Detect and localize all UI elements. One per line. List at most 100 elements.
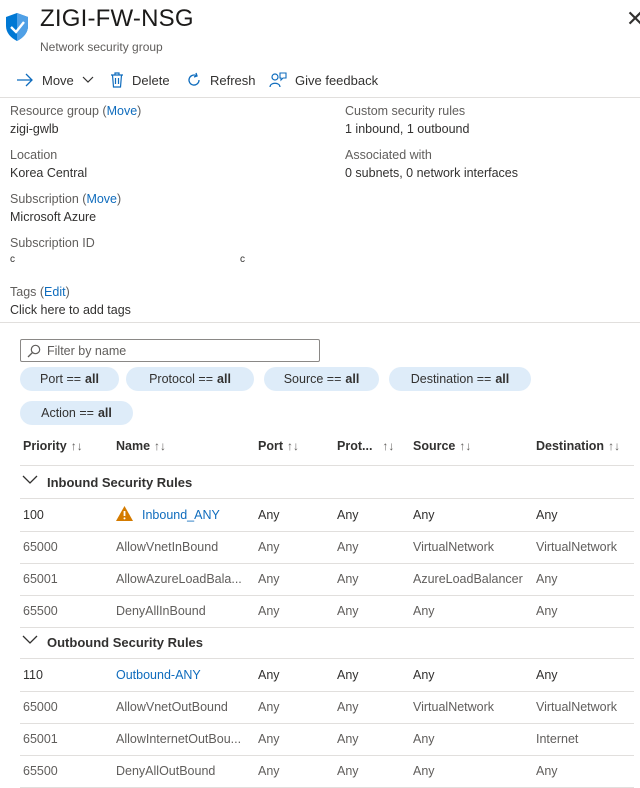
- cell-destination: Any: [536, 668, 558, 682]
- add-tags-link[interactable]: Click here to add tags: [10, 303, 131, 317]
- resource-group-value[interactable]: zigi-gwlb: [10, 122, 59, 136]
- cell-destination: Internet: [536, 732, 579, 746]
- tags-label: Tags (Edit): [10, 285, 70, 299]
- cell-priority: 65000: [23, 540, 58, 554]
- subscription-move-link[interactable]: Move: [86, 192, 117, 206]
- filter-placeholder: Filter by name: [47, 343, 127, 358]
- protocol-filter-pill[interactable]: Protocol == all: [126, 367, 254, 391]
- column-header-source[interactable]: Source ↑↓: [413, 439, 471, 453]
- cell-destination: Any: [536, 604, 558, 618]
- move-label: Move: [42, 72, 74, 88]
- header-divider: [20, 465, 634, 466]
- port-filter-pill[interactable]: Port == all: [20, 367, 119, 391]
- custom-rules-value: 1 inbound, 1 outbound: [345, 122, 470, 136]
- cell-name: DenyAllOutBound: [116, 764, 216, 778]
- sort-icon: ↑↓: [287, 439, 299, 453]
- cell-source: VirtualNetwork: [413, 540, 495, 554]
- cell-source: AzureLoadBalancer: [413, 572, 523, 586]
- tags-edit-link[interactable]: Edit: [44, 285, 66, 299]
- cell-port: Any: [258, 764, 280, 778]
- chevron-down-icon[interactable]: [22, 475, 38, 485]
- trash-icon: [111, 72, 123, 88]
- cell-priority: 65000: [23, 700, 58, 714]
- cell-name: AllowVnetOutBound: [116, 700, 228, 714]
- sort-icon: ↑↓: [459, 439, 472, 453]
- resource-group-move-link[interactable]: Move: [107, 104, 138, 118]
- cell-destination: Any: [536, 572, 558, 586]
- subscription-label: Subscription (Move): [10, 192, 122, 206]
- chevron-down-icon: [82, 76, 94, 83]
- cell-source: Any: [413, 508, 435, 522]
- cell-port: Any: [258, 604, 280, 618]
- cell-source: Any: [413, 764, 435, 778]
- cell-source: Any: [413, 604, 435, 618]
- column-header-protocol[interactable]: Prot... ↑↓: [337, 439, 394, 453]
- cell-port: Any: [258, 732, 280, 746]
- associated-value: 0 subnets, 0 network interfaces: [345, 166, 519, 180]
- action-filter-pill[interactable]: Action == all: [20, 401, 133, 425]
- cell-protocol: Any: [337, 572, 359, 586]
- move-button[interactable]: Move: [16, 68, 94, 92]
- cell-priority: 65500: [23, 604, 58, 618]
- filter-by-name-input[interactable]: Filter by name: [20, 339, 320, 362]
- page-title: ZIGI-FW-NSG: [40, 5, 194, 32]
- cell-name: DenyAllInBound: [116, 604, 206, 618]
- page-subtitle: Network security group: [40, 40, 163, 54]
- cell-destination: VirtualNetwork: [536, 540, 618, 554]
- cell-port: Any: [258, 540, 280, 554]
- sort-icon: ↑↓: [154, 439, 167, 453]
- source-filter-pill[interactable]: Source == all: [264, 367, 379, 391]
- sort-icon: ↑↓: [608, 439, 621, 453]
- cell-port: Any: [258, 572, 280, 586]
- cell-name[interactable]: Outbound-ANY: [116, 668, 252, 682]
- location-value: Korea Central: [10, 166, 88, 180]
- cell-port: Any: [258, 700, 280, 714]
- location-label: Location: [10, 148, 58, 162]
- cell-protocol: Any: [337, 604, 359, 618]
- delete-button[interactable]: Delete: [110, 68, 170, 92]
- column-header-destination[interactable]: Destination ↑↓: [536, 439, 620, 453]
- cell-name: AllowInternetOutBou...: [116, 732, 242, 746]
- cell-name: AllowAzureLoadBala...: [116, 572, 242, 586]
- cell-protocol: Any: [337, 668, 359, 682]
- subscription-id-value-start: c: [10, 254, 15, 265]
- cell-priority: 65500: [23, 764, 58, 778]
- toolbar-divider: [0, 97, 640, 98]
- cell-destination: Any: [536, 764, 558, 778]
- column-header-name[interactable]: Name ↑↓: [116, 439, 166, 453]
- cell-source: Any: [413, 668, 435, 682]
- cell-destination: Any: [536, 508, 558, 522]
- refresh-icon: [188, 72, 200, 86]
- close-icon[interactable]: ✕: [626, 6, 640, 32]
- cell-protocol: Any: [337, 508, 359, 522]
- subscription-id-value-end: c: [240, 254, 245, 265]
- column-header-port[interactable]: Port ↑↓: [258, 439, 299, 453]
- warning-icon: [116, 506, 133, 521]
- arrow-right-icon: [17, 73, 33, 87]
- subscription-value[interactable]: Microsoft Azure: [10, 210, 96, 224]
- cell-protocol: Any: [337, 732, 359, 746]
- cell-priority: 65001: [23, 572, 58, 586]
- resource-group-label: Resource group (Move): [10, 104, 142, 118]
- outbound-group-header[interactable]: Outbound Security Rules: [47, 635, 203, 650]
- subscription-id-label: Subscription ID: [10, 236, 95, 250]
- cell-protocol: Any: [337, 764, 359, 778]
- chevron-down-icon[interactable]: [22, 635, 38, 645]
- custom-rules-label: Custom security rules: [345, 104, 466, 118]
- inbound-group-header[interactable]: Inbound Security Rules: [47, 475, 192, 490]
- cell-port: Any: [258, 508, 280, 522]
- cell-protocol: Any: [337, 540, 359, 554]
- give-feedback-label: Give feedback: [295, 72, 379, 88]
- column-header-priority[interactable]: Priority ↑↓: [23, 439, 83, 453]
- give-feedback-button[interactable]: Give feedback: [269, 68, 378, 92]
- refresh-button[interactable]: Refresh: [186, 68, 256, 92]
- destination-filter-pill[interactable]: Destination == all: [389, 367, 531, 391]
- search-icon: [27, 344, 41, 357]
- feedback-person-icon: [269, 72, 287, 88]
- cell-priority: 100: [23, 508, 44, 522]
- nsg-shield-icon: [4, 12, 30, 47]
- essentials-divider: [0, 322, 640, 323]
- cell-name: AllowVnetInBound: [116, 540, 219, 554]
- delete-label: Delete: [132, 72, 170, 88]
- cell-destination: VirtualNetwork: [536, 700, 618, 714]
